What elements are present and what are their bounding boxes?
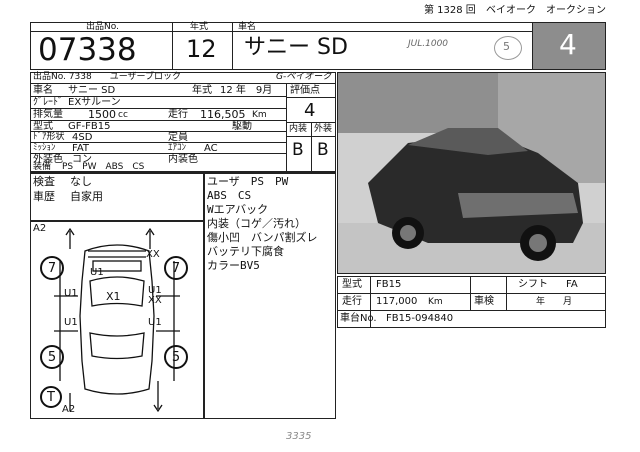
car-photo: [337, 72, 606, 274]
handwritten-price: JUL.1000: [408, 39, 449, 49]
mark-u1-left: U1: [64, 288, 78, 299]
mark-a2-bottom: A2: [62, 404, 76, 415]
door-label: ﾄﾞｱ形状: [33, 132, 65, 142]
mark-a2-top: A2: [33, 223, 47, 234]
displacement-label: 排気量: [33, 109, 63, 120]
history-value: 自家用: [70, 190, 103, 203]
int-score: B: [292, 140, 304, 160]
mileage-unit: Km: [252, 110, 267, 120]
mark-x1-hood: X1: [106, 290, 121, 303]
mark-u1-front: U1: [90, 267, 104, 278]
spec-inspection-label: 車検: [474, 296, 494, 307]
note-line: 傷小凹 バンパ割ズレ: [207, 231, 318, 244]
grade-big: 4: [559, 28, 577, 61]
displacement-unit: cc: [118, 110, 128, 120]
ext-label: 外装: [314, 124, 333, 134]
equipment-label: 装備: [33, 162, 52, 172]
spec-mileage-unit: Km: [428, 297, 443, 307]
shaken-value: なし: [70, 175, 92, 188]
car-photo-image: [338, 73, 605, 273]
lot-number: 07338: [38, 32, 137, 68]
auction-name: ベイオーク オークション: [486, 5, 606, 16]
displacement-value: 1500: [88, 108, 116, 121]
spec-mileage-value: 117,000: [376, 296, 418, 307]
lot-col-label: 出品No.: [86, 22, 119, 32]
car-name-large: サニー SD: [244, 35, 348, 60]
note-line: Wエアバック: [207, 203, 269, 216]
spec-model-value: FB15: [376, 279, 402, 290]
note-line: バッテリ下腐食: [207, 245, 284, 258]
spec-shift-label: シフト: [518, 279, 548, 290]
spare-tire: T: [40, 386, 62, 408]
spec-vin-value: FB15-094840: [386, 313, 454, 324]
note-line: 内装（コゲ／汚れ）: [207, 217, 306, 230]
lot-line: 出品No. 7338 ユーザーブロック: [33, 72, 181, 82]
model-year: 12: [186, 35, 217, 63]
int-label: 内装: [289, 124, 308, 134]
tire-rear-left: 5: [40, 345, 64, 369]
spec-shift-value: FA: [566, 279, 578, 290]
spec-vin-label: 車台No.: [340, 313, 377, 324]
stamp-text: 5: [503, 40, 510, 53]
mark-u1-mid-left: U1: [64, 317, 78, 328]
mileage-value: 116,505: [200, 108, 246, 121]
mark-xx-right: XX: [148, 295, 162, 306]
name-col-label: 車名: [238, 22, 257, 32]
grade-value: EXサルーン: [68, 97, 121, 108]
tire-front-left: 7: [40, 256, 64, 280]
score-value: 4: [304, 100, 316, 121]
car-name-value: サニー SD: [68, 85, 116, 96]
spec-inspection-unit: 年 月: [536, 297, 573, 307]
nenshiki-value: 12 年 9月: [220, 85, 273, 96]
equipment-value: PS PW ABS CS: [62, 162, 145, 172]
footer-handwriting: 3335: [286, 431, 312, 442]
history-label: 車歴: [33, 190, 55, 203]
score-label: 評価点: [290, 85, 320, 96]
tire-rear-right: 5: [164, 345, 188, 369]
tire-front-right: 7: [164, 256, 188, 280]
spec-model-label: 型式: [342, 279, 362, 290]
shaken-label: 検査: [33, 175, 55, 188]
brand-logo: G-ベイオーク: [276, 72, 332, 82]
grade-label: ｸﾞﾚｰﾄﾞ: [33, 97, 63, 108]
note-line: ABS CS: [207, 189, 252, 202]
mark-xx-top: XX: [146, 249, 160, 260]
spec-mileage-label: 走行: [342, 296, 362, 307]
note-line: ユーザ PS PW: [207, 175, 289, 188]
mission-label: ﾐｯｼｮﾝ: [33, 143, 56, 153]
car-name-label: 車名: [33, 85, 53, 96]
year-col-label: 年式: [190, 22, 209, 32]
nenshiki-label: 年式: [192, 85, 212, 96]
aircon-label: ｴｱｺﾝ: [168, 143, 187, 153]
mark-u1-mid-right: U1: [148, 317, 162, 328]
mileage-label: 走行: [168, 109, 188, 120]
ext-score: B: [317, 140, 329, 160]
note-line: カラーBV5: [207, 259, 260, 272]
session-number: 第 1328 回: [424, 5, 476, 16]
